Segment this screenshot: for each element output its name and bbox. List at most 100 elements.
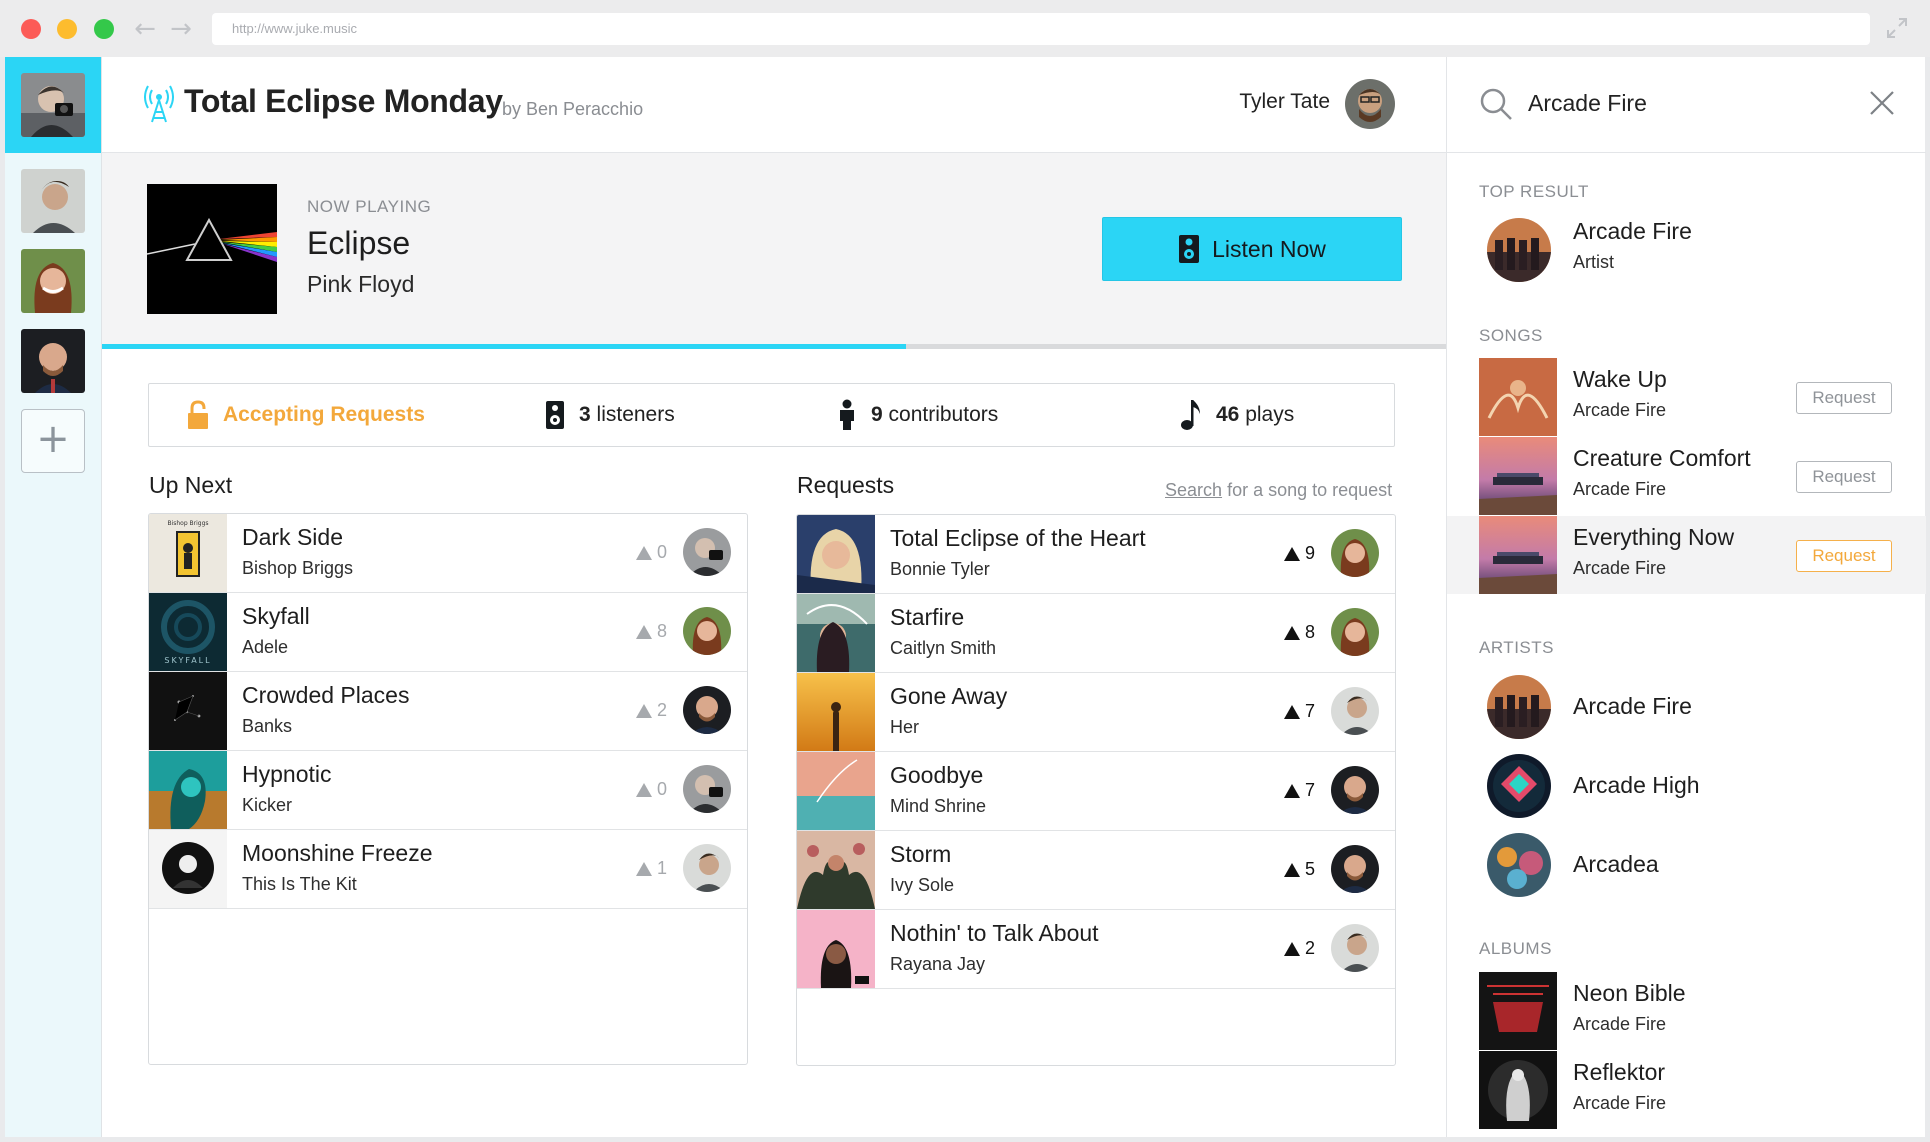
vote-count[interactable]: 0	[635, 542, 667, 563]
music-note-icon	[1180, 398, 1202, 432]
room-avatar-photographer[interactable]	[21, 73, 85, 137]
song-result-highlighted[interactable]: Everything Now Arcade Fire Request	[1447, 516, 1926, 594]
album-artist: Arcade Fire	[1573, 1093, 1667, 1113]
artist-result[interactable]: Arcadea	[1447, 825, 1926, 903]
request-row[interactable]: Total Eclipse of the Heart Bonnie Tyler …	[797, 515, 1395, 594]
listen-now-button[interactable]: Listen Now	[1102, 217, 1402, 281]
request-button[interactable]: Request	[1796, 540, 1892, 572]
user-name[interactable]: Tyler Tate	[1239, 90, 1330, 114]
speaker-icon	[545, 400, 565, 430]
request-row[interactable]: Nothin' to Talk About Rayana Jay 2	[797, 910, 1395, 989]
forward-arrow-icon[interactable]: →	[168, 14, 194, 44]
svg-text:Bishop Briggs: Bishop Briggs	[167, 520, 208, 527]
song-artist: Rayana Jay	[890, 954, 986, 974]
search-panel: TOP RESULT Arcade Fire Artist SONGS Wake…	[1446, 57, 1926, 1137]
search-input[interactable]	[1528, 83, 1828, 123]
album-art	[797, 515, 875, 593]
requester-avatar	[1331, 608, 1379, 656]
vote-count[interactable]: 0	[635, 779, 667, 800]
vote-count[interactable]: 2	[1283, 938, 1315, 959]
upvote-icon	[635, 861, 652, 876]
song-title: Crowded Places	[242, 682, 410, 708]
upvote-icon	[1283, 546, 1300, 561]
url-bar[interactable]: http://www.juke.music	[212, 13, 1870, 45]
up-next-row[interactable]: Moonshine Freeze This Is The Kit 1	[149, 830, 747, 909]
requests-title: Requests	[797, 472, 895, 498]
room-avatar-2[interactable]	[21, 169, 85, 233]
album-result[interactable]: Neon Bible Arcade Fire	[1447, 972, 1926, 1050]
vote-count[interactable]: 8	[635, 621, 667, 642]
now-playing-section: NOW PLAYING Eclipse Pink Floyd Listen No…	[102, 153, 1446, 347]
search-link[interactable]: Search	[1165, 480, 1222, 500]
close-icon[interactable]	[1868, 89, 1896, 117]
add-room-button[interactable]: +	[21, 409, 85, 473]
song-artist: Caitlyn Smith	[890, 638, 997, 658]
vote-number: 7	[1304, 780, 1315, 800]
request-row[interactable]: Gone Away Her 7	[797, 673, 1395, 752]
song-result[interactable]: Creature Comfort Arcade Fire Request	[1447, 437, 1926, 515]
requester-avatar	[1331, 687, 1379, 735]
request-button[interactable]: Request	[1796, 382, 1892, 414]
request-button[interactable]: Request	[1796, 461, 1892, 493]
vote-count[interactable]: 5	[1283, 859, 1315, 880]
song-artist: Bonnie Tyler	[890, 559, 990, 579]
requester-avatar	[683, 844, 731, 892]
vote-number: 7	[1304, 701, 1315, 721]
album-art: Bishop Briggs	[149, 514, 227, 592]
vote-count[interactable]: 1	[635, 858, 667, 879]
room-avatar-3[interactable]	[21, 249, 85, 313]
request-row[interactable]: Goodbye Mind Shrine 7	[797, 752, 1395, 831]
upvote-icon	[1283, 941, 1300, 956]
plays-stat: 46 plays	[1180, 384, 1294, 446]
song-result[interactable]: Wake Up Arcade Fire Request	[1447, 358, 1926, 436]
requester-avatar	[683, 686, 731, 734]
song-title: Starfire	[890, 604, 965, 630]
album-art	[1479, 516, 1557, 594]
listeners-stat: 3 listeners	[545, 384, 675, 446]
vote-number: 5	[1304, 859, 1315, 879]
expand-icon[interactable]	[1886, 17, 1908, 39]
album-art	[797, 831, 875, 909]
top-result-label: TOP RESULT	[1479, 182, 1589, 201]
minimize-window-button[interactable]	[57, 19, 77, 39]
close-window-button[interactable]	[21, 19, 41, 39]
room-avatar-4[interactable]	[21, 329, 85, 393]
song-title: Wake Up	[1573, 366, 1667, 392]
playback-progress-bar[interactable]	[102, 344, 1446, 349]
vote-count[interactable]: 7	[1283, 701, 1315, 722]
room-title: Total Eclipse Monday	[184, 83, 503, 119]
upvote-icon	[1283, 783, 1300, 798]
up-next-row[interactable]: SKYFALL Skyfall Adele 8	[149, 593, 747, 672]
top-result-item[interactable]: Arcade Fire Artist	[1447, 210, 1926, 288]
album-result[interactable]: Reflektor Arcade Fire	[1447, 1051, 1926, 1129]
request-row[interactable]: Starfire Caitlyn Smith 8	[797, 594, 1395, 673]
album-art	[1479, 972, 1557, 1050]
search-hint-text: for a song to request	[1227, 480, 1393, 500]
album-art: SKYFALL	[149, 593, 227, 671]
room-header: Total Eclipse Monday by Ben Peracchio Ty…	[102, 57, 1446, 153]
vote-count[interactable]: 9	[1283, 543, 1315, 564]
user-avatar[interactable]	[1345, 79, 1395, 129]
up-next-row[interactable]: Crowded Places Banks 2	[149, 672, 747, 751]
svg-text:SKYFALL: SKYFALL	[164, 656, 211, 665]
vote-count[interactable]: 8	[1283, 622, 1315, 643]
album-art	[797, 910, 875, 988]
top-result-title: Arcade Fire	[1573, 218, 1692, 244]
artist-result[interactable]: Arcade Fire	[1447, 667, 1926, 745]
artist-result[interactable]: Arcade High	[1447, 746, 1926, 824]
song-title: Goodbye	[890, 762, 984, 788]
vote-count[interactable]: 2	[635, 700, 667, 721]
maximize-window-button[interactable]	[94, 19, 114, 39]
up-next-row[interactable]: Hypnotic Kicker 0	[149, 751, 747, 830]
back-arrow-icon[interactable]: ←	[132, 14, 158, 44]
accepting-requests-status[interactable]: Accepting Requests	[187, 384, 425, 446]
requester-avatar	[1331, 845, 1379, 893]
now-playing-title: Eclipse	[307, 225, 411, 261]
vote-count[interactable]: 7	[1283, 780, 1315, 801]
vote-number: 2	[1304, 938, 1315, 958]
request-row[interactable]: Storm Ivy Sole 5	[797, 831, 1395, 910]
up-next-row[interactable]: Bishop Briggs Dark Side Bishop Briggs 0	[149, 514, 747, 593]
search-header	[1447, 57, 1926, 153]
song-title: Dark Side	[242, 524, 343, 550]
artist-name: Arcade Fire	[1573, 693, 1692, 719]
